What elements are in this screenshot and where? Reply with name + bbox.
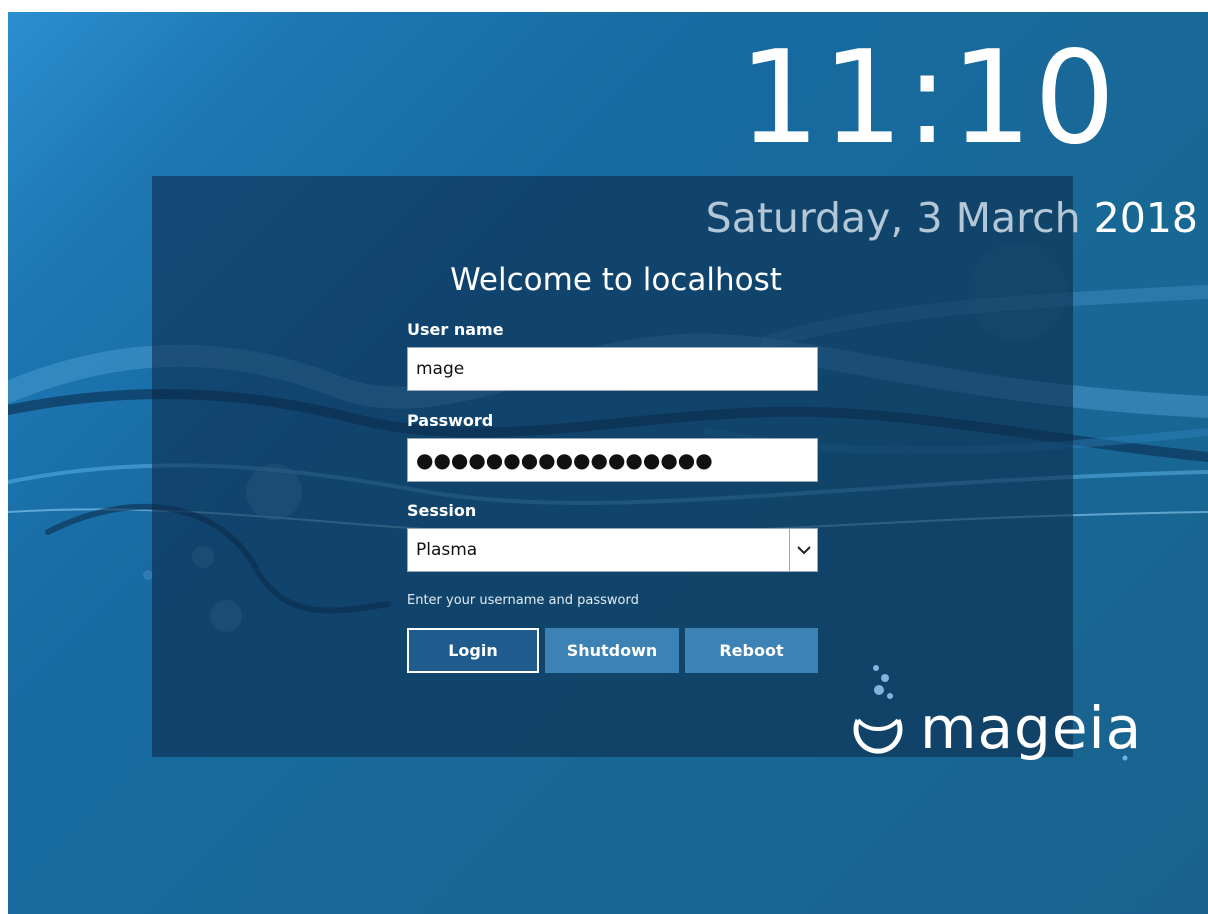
username-field[interactable]: mage xyxy=(407,347,818,391)
session-label: Session xyxy=(407,501,477,520)
login-hint: Enter your username and password xyxy=(407,593,639,608)
date-day-month: Saturday, 3 March xyxy=(705,194,1081,242)
clock-date: Saturday, 3 March 2018 xyxy=(568,190,1208,246)
username-label: User name xyxy=(407,320,504,339)
date-year: 2018 xyxy=(1093,194,1198,242)
chevron-down-icon[interactable] xyxy=(789,529,817,571)
shutdown-button[interactable]: Shutdown xyxy=(545,628,679,673)
password-label: Password xyxy=(407,411,494,430)
reboot-button[interactable]: Reboot xyxy=(685,628,818,673)
password-field[interactable]: ●●●●●●●●●●●●●●●●● xyxy=(407,438,818,482)
welcome-heading: Welcome to localhost xyxy=(450,262,782,298)
clock-time: 11:10 xyxy=(738,24,1118,173)
mageia-logo-text: mageia xyxy=(920,694,1143,762)
session-value: Plasma xyxy=(416,540,478,560)
session-select[interactable]: Plasma xyxy=(407,528,818,572)
login-button[interactable]: Login xyxy=(407,628,539,673)
login-screen: 11:10 Saturday, 3 March 2018 Welcome to … xyxy=(8,12,1208,914)
